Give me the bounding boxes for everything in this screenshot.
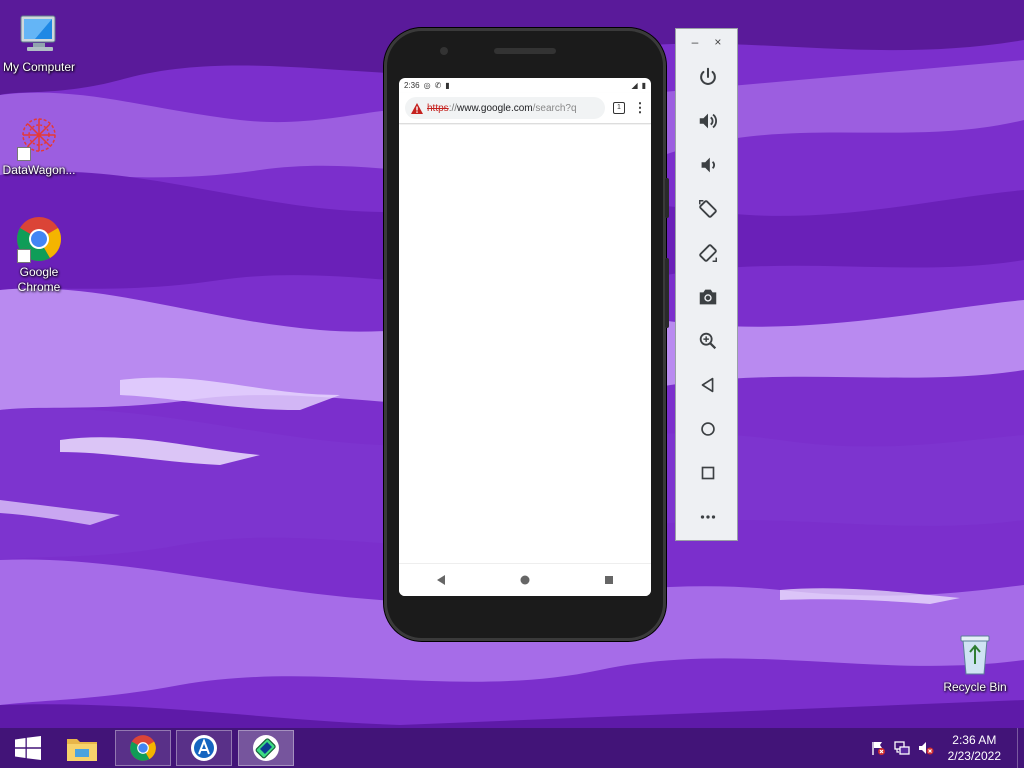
warning-triangle-icon[interactable] xyxy=(411,102,423,114)
android-status-bar: 2:36 ◎ ✆ ▮ ◢ ▮ xyxy=(399,78,651,93)
power-icon xyxy=(699,67,716,85)
network-icon[interactable] xyxy=(893,740,910,756)
rotate-right-button[interactable] xyxy=(676,231,739,275)
more-vert-icon[interactable]: ⋮ xyxy=(633,101,647,114)
recents-icon[interactable] xyxy=(594,570,624,590)
start-button[interactable] xyxy=(0,730,56,766)
home-icon[interactable] xyxy=(510,570,540,590)
notification-icon: ✆ xyxy=(434,81,442,90)
android-emulator-device: 2:36 ◎ ✆ ▮ ◢ ▮ https :// www.google.com … xyxy=(384,28,669,641)
taskbar-file-explorer[interactable] xyxy=(54,730,110,766)
home-icon xyxy=(700,422,715,436)
start-icon xyxy=(15,736,41,760)
desktop-icon-label: Google Chrome xyxy=(17,265,61,294)
sd-card-icon: ▮ xyxy=(445,81,450,90)
clock-date: 2/23/2022 xyxy=(947,749,1001,763)
toolbar-window-controls: – × xyxy=(676,29,737,55)
rotate-right-icon xyxy=(698,244,717,262)
close-button[interactable]: × xyxy=(714,35,721,49)
show-desktop-button[interactable] xyxy=(1017,728,1024,768)
more-icon xyxy=(700,515,715,519)
datawagon-icon xyxy=(15,113,63,161)
windows-taskbar: 2:36 AM 2/23/2022 xyxy=(0,728,1024,768)
home-button[interactable] xyxy=(676,407,739,451)
computer-icon xyxy=(15,10,63,58)
zoom-icon xyxy=(699,332,716,350)
status-time: 2:36 xyxy=(404,81,420,90)
phone-screen[interactable]: 2:36 ◎ ✆ ▮ ◢ ▮ https :// www.google.com … xyxy=(399,78,651,596)
rotate-left-button[interactable] xyxy=(676,187,739,231)
action-center-flag-icon[interactable] xyxy=(870,740,886,756)
rotate-left-icon xyxy=(698,200,717,218)
chrome-icon xyxy=(130,735,156,761)
more-button[interactable] xyxy=(676,495,739,539)
volume-down-icon xyxy=(701,157,715,173)
shortcut-arrow-icon xyxy=(17,147,31,161)
wifi-icon: ◢ xyxy=(631,81,638,90)
back-icon xyxy=(701,377,713,393)
android-studio-icon xyxy=(191,735,217,761)
desktop-icon-label: My Computer xyxy=(2,60,76,74)
desktop-icon-google-chrome[interactable]: Google Chrome xyxy=(0,215,78,295)
overview-button[interactable] xyxy=(676,451,739,495)
tab-switcher-button[interactable]: 1 xyxy=(613,102,625,114)
overview-icon xyxy=(701,466,714,480)
desktop-icon-label: Recycle Bin xyxy=(943,680,1007,694)
desktop-icon-my-computer[interactable]: My Computer xyxy=(0,10,78,75)
recycle-bin-icon xyxy=(951,630,999,678)
volume-muted-icon[interactable] xyxy=(918,740,934,756)
taskbar-emulator[interactable] xyxy=(238,730,294,766)
camera-icon xyxy=(699,289,716,305)
clock-time: 2:36 AM xyxy=(952,733,997,747)
back-button[interactable] xyxy=(676,363,739,407)
minimize-button[interactable]: – xyxy=(692,35,699,49)
notification-icon: ◎ xyxy=(423,81,431,90)
earpiece-speaker xyxy=(494,48,556,54)
web-page-content[interactable] xyxy=(399,125,651,564)
system-tray: 2:36 AM 2/23/2022 xyxy=(870,728,1024,768)
url-separator: :// xyxy=(448,102,458,114)
zoom-button[interactable] xyxy=(676,319,739,363)
shortcut-arrow-icon xyxy=(17,249,31,263)
url-bar[interactable]: https :// www.google.com /search?q xyxy=(405,97,605,119)
volume-up-icon xyxy=(699,113,717,129)
power-button[interactable] xyxy=(676,55,739,99)
taskbar-chrome[interactable] xyxy=(115,730,171,766)
url-host: www.google.com xyxy=(457,102,533,114)
android-nav-bar xyxy=(399,563,651,596)
front-camera xyxy=(440,47,448,55)
volume-up-button[interactable] xyxy=(676,99,739,143)
chrome-toolbar: https :// www.google.com /search?q 1 ⋮ xyxy=(399,93,651,124)
emulator-toolbar: – × xyxy=(675,28,738,541)
screenshot-button[interactable] xyxy=(676,275,739,319)
desktop-icon-label: DataWagon... xyxy=(2,163,76,177)
desktop-icon-datawagon[interactable]: DataWagon... xyxy=(0,113,78,178)
taskbar-clock[interactable]: 2:36 AM 2/23/2022 xyxy=(948,732,1001,764)
url-scheme: https xyxy=(427,102,449,114)
emulator-icon xyxy=(253,735,279,761)
volume-side-button xyxy=(665,258,669,328)
back-icon[interactable] xyxy=(426,570,456,590)
desktop-icon-recycle-bin[interactable]: Recycle Bin xyxy=(936,630,1014,695)
battery-icon: ▮ xyxy=(641,81,646,90)
file-explorer-icon xyxy=(67,739,97,761)
chrome-icon xyxy=(15,215,63,263)
url-path: /search?q xyxy=(532,102,577,114)
taskbar-android-studio[interactable] xyxy=(176,730,232,766)
volume-down-button[interactable] xyxy=(676,143,739,187)
power-side-button xyxy=(665,178,669,218)
